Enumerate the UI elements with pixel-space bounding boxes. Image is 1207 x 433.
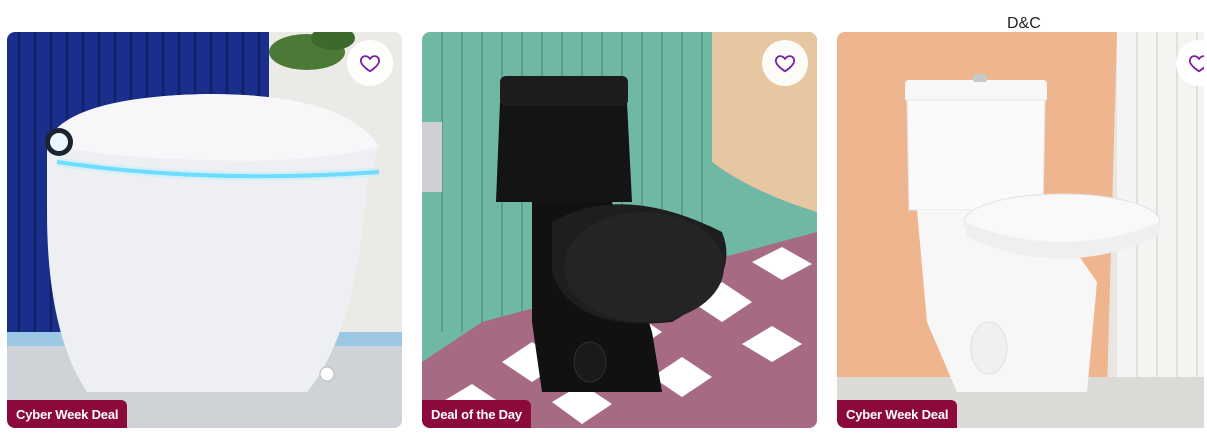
- brand-label: D&C: [1007, 15, 1041, 32]
- deal-badge-2: Deal of the Day: [422, 400, 531, 428]
- deal-badge-1: Cyber Week Deal: [7, 400, 128, 428]
- product-card-1[interactable]: Cyber Week Deal: [7, 32, 402, 428]
- product-image-1[interactable]: [7, 32, 402, 428]
- product-image-3[interactable]: [837, 32, 1204, 428]
- heart-outline-icon: [359, 55, 381, 73]
- product-card-3[interactable]: Cyber Week Deal: [837, 32, 1204, 428]
- favorite-button-1[interactable]: [347, 40, 393, 86]
- heart-outline-icon: [1188, 55, 1204, 73]
- deal-badge-3: Cyber Week Deal: [837, 400, 958, 428]
- heart-outline-icon: [774, 55, 796, 73]
- favorite-button-2[interactable]: [762, 40, 808, 86]
- product-card-2[interactable]: Deal of the Day: [422, 32, 817, 428]
- product-image-2[interactable]: [422, 32, 817, 428]
